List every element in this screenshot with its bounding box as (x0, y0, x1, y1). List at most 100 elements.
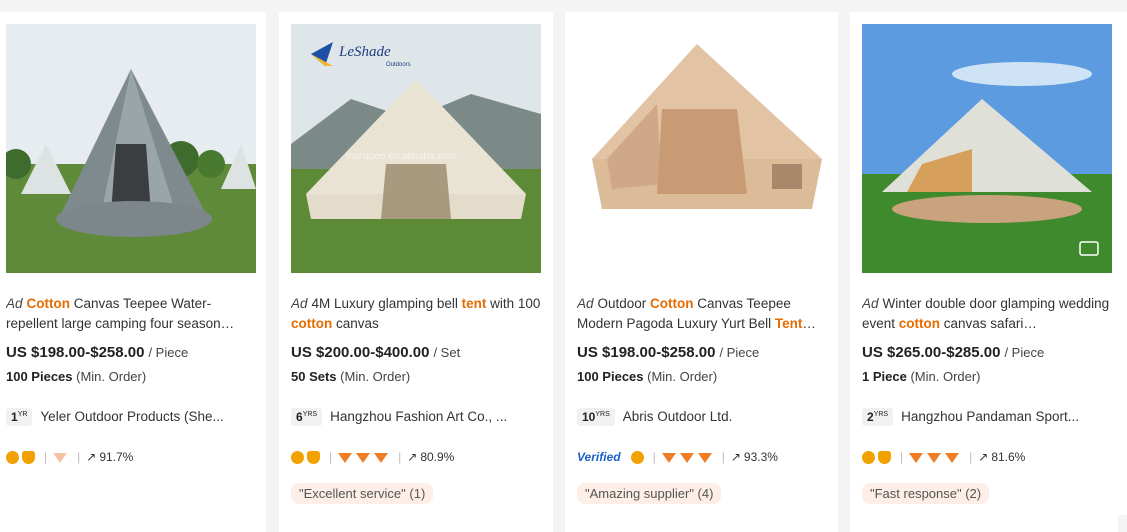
product-title[interactable]: Ad Winter double door glamping wedding ev… (862, 294, 1114, 334)
price-unit: / Set (433, 345, 461, 360)
min-order: 50 Sets (Min. Order) (291, 369, 410, 384)
gold-medal-icon[interactable] (291, 450, 304, 464)
diamond-icon[interactable] (338, 453, 353, 463)
verified-badge[interactable]: Verified (577, 450, 621, 464)
title-text: with 100 (486, 296, 541, 311)
product-image[interactable] (577, 24, 827, 273)
title-text: canvas safari… (940, 316, 1037, 331)
diamond-icon[interactable] (909, 453, 924, 463)
diamond-icon[interactable] (697, 453, 712, 463)
diamond-icon[interactable] (356, 453, 371, 463)
min-order: 100 Pieces (Min. Order) (6, 369, 146, 384)
price-unit: / Piece (148, 345, 189, 360)
next-column-edge (1118, 12, 1127, 515)
gold-medal-icon[interactable] (630, 450, 644, 464)
brand-logo-text: LeShade (338, 44, 391, 60)
min-order-qty: 50 Sets (291, 369, 337, 384)
supplier-row[interactable]: 6YRS Hangzhou Fashion Art Co., ... (291, 408, 546, 426)
min-order-label: (Min. Order) (910, 369, 981, 384)
price-range: US $198.00-$258.00 (6, 344, 145, 361)
ad-label: Ad (6, 296, 23, 311)
keyword-highlight: tent (461, 296, 487, 311)
product-image[interactable]: LeShade Outdoors marquee.en.alibaba.com (291, 24, 541, 273)
years-suffix: YRS (873, 411, 889, 418)
min-order-qty: 100 Pieces (6, 369, 73, 384)
trend-arrow-icon: ↗ (407, 450, 418, 464)
keyword-highlight: Cotton (26, 296, 70, 311)
supplier-badges: Verified | | ↗ 93.3% (577, 450, 778, 464)
diamond-icon[interactable] (679, 453, 694, 463)
product-card[interactable]: Ad Cotton Canvas Teepee Water-repellent l… (0, 12, 266, 532)
badge-separator: | (329, 450, 333, 464)
review-tag[interactable]: "Amazing supplier" (4) (577, 483, 722, 504)
title-text: Outdoor (597, 296, 651, 311)
keyword-highlight: cotton (898, 316, 941, 331)
product-title[interactable]: Ad 4M Luxury glamping bell tent with 100 … (291, 294, 543, 334)
gold-medal-icon[interactable] (862, 450, 875, 464)
years-suffix: YRS (302, 411, 318, 418)
response-rate: 93.3% (743, 450, 778, 464)
product-title[interactable]: Ad Cotton Canvas Teepee Water-repellent l… (6, 294, 258, 334)
badge-separator: | (900, 450, 904, 464)
supplier-name[interactable]: Abris Outdoor Ltd. (623, 409, 733, 424)
ad-label: Ad (291, 296, 308, 311)
supplier-years-badge: 10YRS (577, 408, 615, 426)
diamond-icon[interactable] (661, 453, 676, 463)
product-title[interactable]: Ad Outdoor Cotton Canvas Teepee Modern Pa… (577, 294, 829, 334)
diamond-icon[interactable] (945, 453, 960, 463)
response-rate: 80.9% (420, 450, 455, 464)
product-grid: Ad Cotton Canvas Teepee Water-repellent l… (0, 0, 1127, 532)
gold-medal-icon[interactable] (307, 450, 320, 464)
price-unit: / Piece (719, 345, 760, 360)
product-image[interactable] (6, 24, 256, 273)
badge-separator: | (721, 450, 725, 464)
supplier-row[interactable]: 10YRS Abris Outdoor Ltd. (577, 408, 832, 426)
price-range: US $198.00-$258.00 (577, 344, 716, 361)
supplier-row[interactable]: 2YRS Hangzhou Pandaman Sport... (862, 408, 1117, 426)
price-range: US $200.00-$400.00 (291, 344, 430, 361)
trend-arrow-icon: ↗ (730, 450, 741, 464)
product-card[interactable]: Ad Outdoor Cotton Canvas Teepee Modern Pa… (565, 12, 838, 532)
watermark-text: marquee.en.alibaba.com (346, 151, 456, 162)
diamond-icon[interactable] (927, 453, 942, 463)
supplier-years-badge: 1YR (6, 408, 33, 426)
supplier-name[interactable]: Hangzhou Pandaman Sport... (901, 409, 1079, 424)
keyword-highlight: Cotton (650, 296, 694, 311)
min-order: 1 Piece (Min. Order) (862, 369, 981, 384)
supplier-row[interactable]: 1YR Yeler Outdoor Products (She... (6, 408, 261, 426)
supplier-name[interactable]: Hangzhou Fashion Art Co., ... (330, 409, 507, 424)
response-rate: 81.6% (991, 450, 1026, 464)
supplier-name[interactable]: Yeler Outdoor Products (She... (40, 409, 223, 424)
keyword-highlight: cotton (291, 316, 333, 331)
review-tag[interactable]: "Excellent service" (1) (291, 483, 434, 504)
gold-medal-icon[interactable] (878, 450, 891, 464)
years-value: 6 (296, 410, 303, 424)
product-card[interactable]: Ad Winter double door glamping wedding ev… (850, 12, 1118, 532)
product-card[interactable]: LeShade Outdoors marquee.en.alibaba.com … (279, 12, 553, 532)
product-price: US $265.00-$285.00/ Piece (862, 344, 1044, 361)
min-order-qty: 1 Piece (862, 369, 907, 384)
min-order-qty: 100 Pieces (577, 369, 644, 384)
product-image[interactable] (862, 24, 1112, 273)
price-unit: / Piece (1004, 345, 1045, 360)
ad-label: Ad (577, 296, 594, 311)
badge-separator: | (652, 450, 656, 464)
review-tag[interactable]: "Fast response" (2) (862, 483, 990, 504)
gold-medal-icon[interactable] (6, 450, 19, 464)
years-value: 10 (582, 410, 596, 424)
product-price: US $198.00-$258.00/ Piece (6, 344, 188, 361)
supplier-years-badge: 6YRS (291, 408, 323, 426)
years-value: 1 (11, 410, 18, 424)
trend-arrow-icon: ↗ (86, 450, 97, 464)
brand-logo-sub: Outdoors (386, 62, 411, 68)
keyword-highlight: Tent (774, 316, 803, 331)
product-price: US $200.00-$400.00/ Set (291, 344, 460, 361)
badge-separator: | (44, 450, 48, 464)
price-range: US $265.00-$285.00 (862, 344, 1001, 361)
gold-medal-icon[interactable] (22, 450, 35, 464)
diamond-icon[interactable] (53, 453, 68, 463)
title-text: canvas (332, 316, 379, 331)
diamond-icon[interactable] (374, 453, 389, 463)
supplier-badges: | | ↗ 80.9% (291, 450, 454, 464)
supplier-badges: | | ↗ 81.6% (862, 450, 1025, 464)
